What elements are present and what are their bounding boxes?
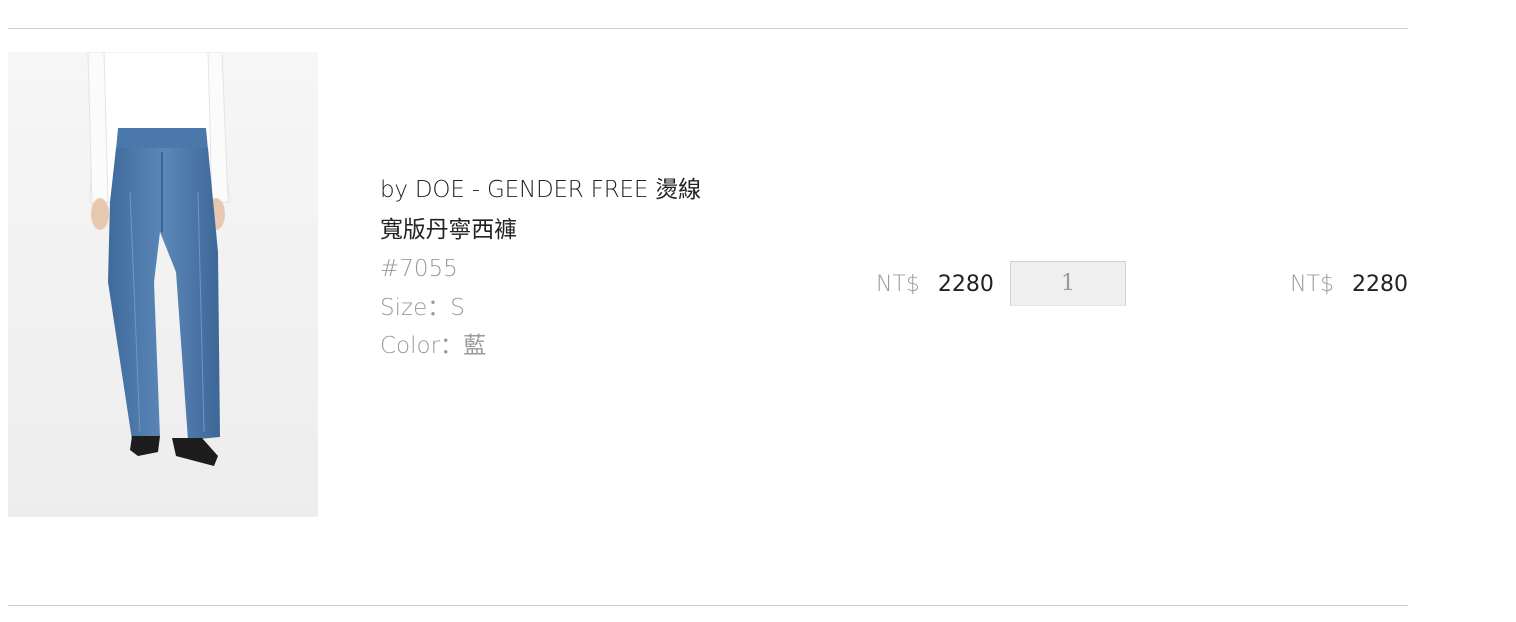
size-value: S	[450, 294, 465, 321]
product-photo-illustration	[8, 52, 318, 517]
product-size: Size： S	[380, 289, 740, 328]
quantity-value: 1	[1061, 271, 1075, 296]
size-label: Size：	[380, 294, 451, 321]
product-name-line-2[interactable]: 寬版丹寧西褲	[380, 210, 740, 250]
product-name-line-1[interactable]: by DOE - GENDER FREE 燙線	[380, 170, 740, 210]
product-image[interactable]	[8, 52, 318, 517]
color-label: Color：	[380, 333, 464, 359]
quantity-input[interactable]: 1	[1010, 261, 1126, 306]
top-divider	[8, 28, 1408, 29]
product-sku: #7055	[380, 256, 458, 282]
product-info: by DOE - GENDER FREE 燙線 寬版丹寧西褲 #7055 Siz…	[380, 170, 740, 366]
unit-price-amount: 2280	[937, 272, 994, 297]
line-total-price: NT$ 2280	[1290, 270, 1408, 300]
unit-price-currency: NT$	[876, 272, 920, 297]
total-price-amount: 2280	[1352, 272, 1408, 297]
total-price-currency: NT$	[1290, 272, 1334, 297]
unit-price: NT$ 2280	[876, 270, 994, 300]
product-color: Color： 藍	[380, 327, 740, 366]
bottom-divider	[8, 605, 1408, 606]
color-value: 藍	[463, 333, 487, 359]
